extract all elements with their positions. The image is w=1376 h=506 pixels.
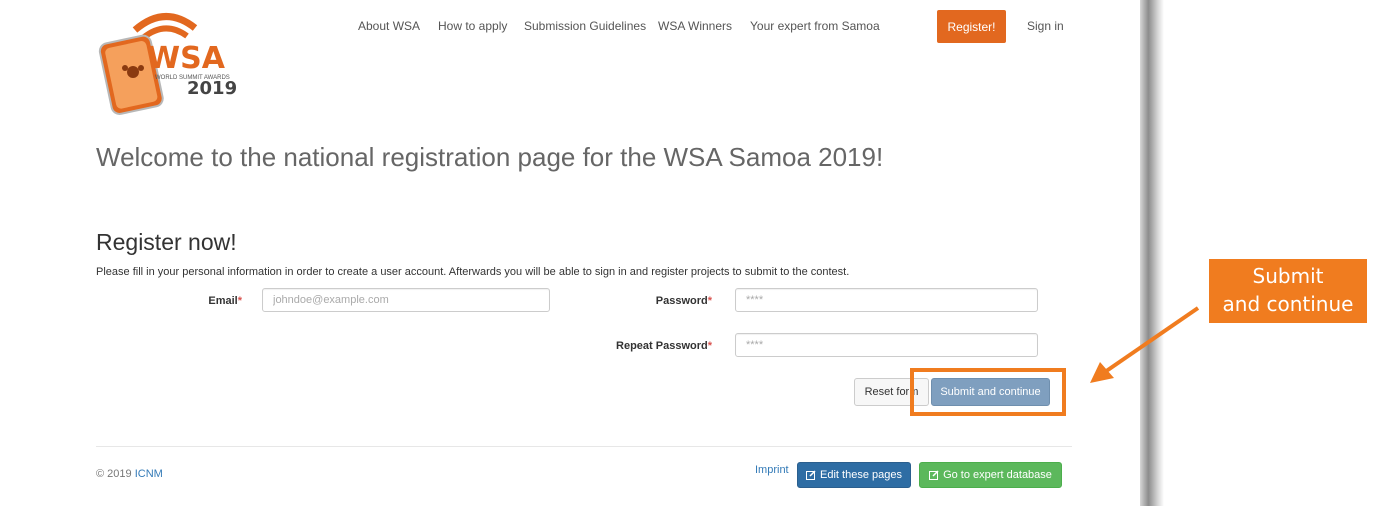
copyright-text: © 2019 [96,468,132,480]
page-shadow [1140,0,1164,506]
nav-submission-guidelines[interactable]: Submission Guidelines [524,19,646,33]
footer-divider [96,446,1072,447]
nav-wsa-winners[interactable]: WSA Winners [658,19,732,33]
expert-database-label: Go to expert database [943,469,1052,481]
edit-icon [929,470,939,480]
password-label: Password* [600,294,712,308]
page-title: Welcome to the national registration pag… [96,142,884,172]
password-input[interactable] [735,288,1038,312]
email-input[interactable] [262,288,550,312]
imprint-link[interactable]: Imprint [755,463,789,477]
email-label-text: Email [208,295,238,307]
repeat-password-label: Repeat Password* [580,339,712,353]
register-button[interactable]: Register! [937,10,1006,43]
edit-pages-label: Edit these pages [820,469,902,481]
password-label-text: Password [655,295,708,307]
callout-label: Submit and continue [1209,259,1367,323]
callout-arrow-icon [1090,306,1200,383]
top-nav: About WSA How to apply Submission Guidel… [0,0,1140,56]
svg-text:2019: 2019 [187,78,237,99]
sign-in-link[interactable]: Sign in [1027,19,1064,33]
nav-how-to-apply[interactable]: How to apply [438,19,507,33]
icnm-link[interactable]: ICNM [135,468,163,480]
email-label: Email* [150,294,242,308]
required-mark: * [707,295,712,307]
expert-database-button[interactable]: Go to expert database [919,462,1062,488]
required-mark: * [237,295,242,307]
submit-and-continue-button[interactable]: Submit and continue [931,378,1050,406]
repeat-password-label-text: Repeat Password [616,340,708,352]
nav-your-expert[interactable]: Your expert from Samoa [750,19,880,33]
register-heading: Register now! [96,229,237,255]
register-intro-text: Please fill in your personal information… [96,266,850,278]
reset-form-button[interactable]: Reset form [854,378,929,406]
callout-line-2: and continue [1222,292,1354,316]
nav-about-wsa[interactable]: About WSA [358,19,420,33]
edit-icon [806,470,816,480]
copyright: © 2019 ICNM [96,467,163,481]
web-page: WSA WORLD SUMMIT AWARDS 2019 About WSA H… [0,0,1140,506]
edit-pages-button[interactable]: Edit these pages [797,462,911,488]
repeat-password-input[interactable] [735,333,1038,357]
required-mark: * [707,340,712,352]
callout-line-1: Submit [1252,264,1324,288]
